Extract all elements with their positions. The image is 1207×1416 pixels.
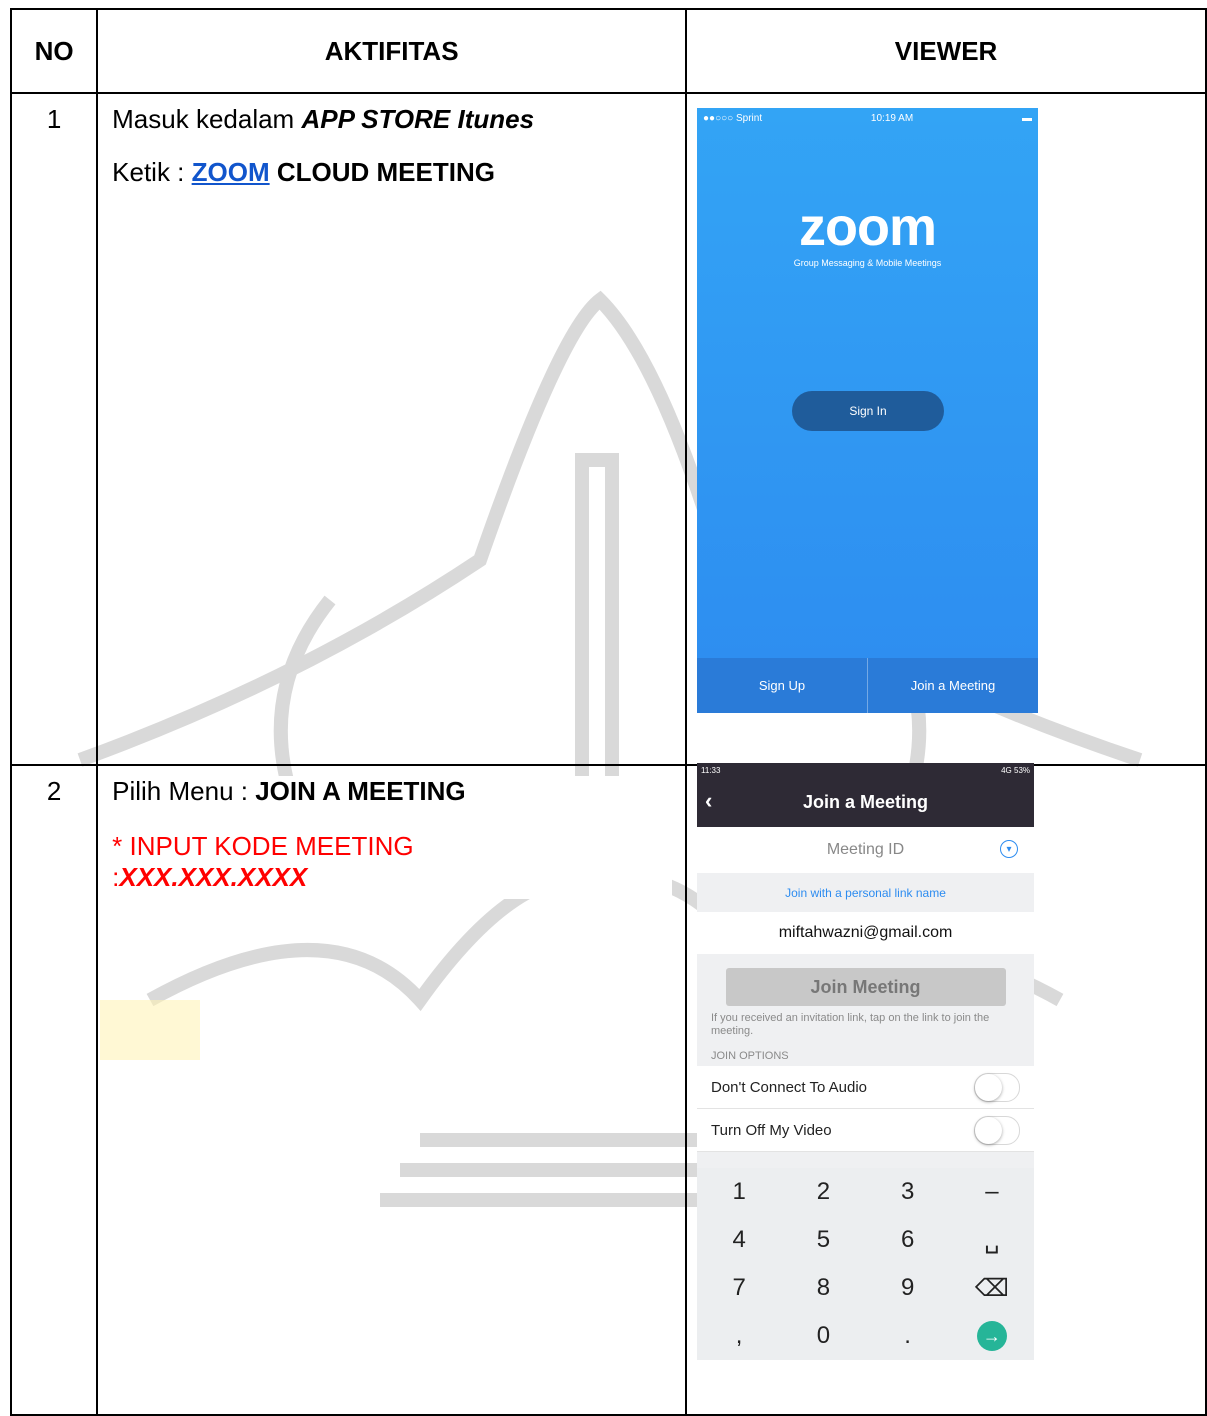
text: Pilih Menu :	[112, 776, 256, 806]
option-label: Don't Connect To Audio	[711, 1078, 868, 1096]
hint-text: If you received an invitation link, tap …	[711, 1012, 990, 1037]
page-title: Join a Meeting	[802, 792, 928, 812]
header-viewer: VIEWER	[685, 8, 1207, 94]
arrow-right-icon: →	[976, 1321, 1007, 1351]
row-number: 2	[9, 764, 99, 1416]
space-key[interactable]: ␣	[950, 1216, 1034, 1264]
sign-in-button[interactable]: Sign In	[792, 391, 944, 431]
status-icons: 4G 53%	[1001, 766, 1030, 775]
activity-cell: Masuk kedalam APP STORE Itunes Ketik : Z…	[96, 92, 688, 766]
carrier-text: ●●○○○ Sprint	[703, 112, 763, 124]
activity-line: Pilih Menu : JOIN A MEETING	[112, 776, 672, 807]
key[interactable]: 8	[781, 1264, 865, 1312]
text: JOIN A MEETING	[255, 776, 466, 806]
key[interactable]: 3	[866, 1168, 950, 1216]
text: Masuk kedalam	[112, 104, 302, 134]
key[interactable]: 4	[697, 1216, 781, 1264]
row-number: 1	[9, 92, 99, 766]
backspace-key[interactable]: ⌫	[950, 1264, 1034, 1312]
option-label: Turn Off My Video	[711, 1121, 832, 1139]
audio-toggle[interactable]	[974, 1072, 1020, 1102]
key[interactable]: –	[950, 1168, 1034, 1216]
status-bar: ●●○○○ Sprint 10:19 AM ▬	[697, 108, 1038, 128]
header-no: NO	[9, 8, 99, 94]
key[interactable]: 7	[697, 1264, 781, 1312]
tagline: Group Messaging & Mobile Meetings	[793, 258, 942, 268]
activity-line: Ketik : ZOOM CLOUD MEETING	[112, 157, 685, 188]
meeting-id-placeholder: Meeting ID	[826, 841, 905, 858]
audio-option: Don't Connect To Audio	[697, 1066, 1034, 1109]
back-icon[interactable]: ‹	[705, 788, 712, 814]
zoom-logo: zoom	[799, 197, 937, 257]
key[interactable]: 1	[697, 1168, 781, 1216]
enter-key[interactable]: →	[950, 1312, 1034, 1360]
bottom-bar: Sign Up Join a Meeting	[697, 658, 1038, 713]
text: CLOUD MEETING	[269, 157, 495, 187]
zoom-link[interactable]: ZOOM	[192, 157, 270, 187]
nav-bar: ‹ Join a Meeting	[697, 778, 1034, 827]
key[interactable]: 5	[781, 1216, 865, 1264]
meeting-code: XXX.XXX.XXXX	[119, 862, 308, 892]
time-text: 11:33	[701, 766, 721, 775]
sign-up-button[interactable]: Sign Up	[697, 658, 867, 713]
numeric-keypad: 1 2 3 – 4 5 6 ␣ 7 8 9 ⌫ , 0 . →	[697, 1168, 1034, 1360]
join-meeting-button[interactable]: Join Meeting	[725, 968, 1006, 1006]
meeting-id-input[interactable]: Meeting ID ▾	[697, 827, 1034, 873]
header-aktifitas: AKTIFITAS	[96, 8, 688, 94]
join-meeting-button[interactable]: Join a Meeting	[867, 658, 1038, 713]
activity-line: Masuk kedalam APP STORE Itunes	[112, 104, 685, 135]
time-text: 10:19 AM	[870, 112, 914, 124]
key[interactable]: 0	[781, 1312, 865, 1360]
text: * INPUT KODE MEETING	[112, 831, 414, 861]
text: Ketik :	[112, 157, 192, 187]
chevron-down-icon[interactable]: ▾	[1000, 840, 1018, 858]
zoom-welcome-screenshot: ●●○○○ Sprint 10:19 AM ▬ zoom Group Messa…	[697, 108, 1038, 713]
activity-cell: Pilih Menu : JOIN A MEETING * INPUT KODE…	[96, 764, 688, 1416]
join-meeting-screenshot: 11:33 4G 53% ‹ Join a Meeting Meeting ID…	[697, 763, 1034, 1360]
activity-line: * INPUT KODE MEETING :XXX.XXX.XXXX	[112, 831, 672, 893]
video-toggle[interactable]	[974, 1115, 1020, 1145]
key[interactable]: 2	[781, 1168, 865, 1216]
options-header: JOIN OPTIONS	[711, 1050, 789, 1062]
table-header-row: NO AKTIFITAS VIEWER	[9, 8, 1207, 94]
key[interactable]: 9	[866, 1264, 950, 1312]
activity-block: Pilih Menu : JOIN A MEETING * INPUT KODE…	[112, 776, 673, 899]
status-bar: 11:33 4G 53%	[697, 763, 1034, 778]
personal-link[interactable]: Join with a personal link name	[697, 873, 1034, 912]
app-store-text: APP STORE Itunes	[301, 104, 535, 134]
key[interactable]: .	[866, 1312, 950, 1360]
battery-icon: ▬	[1022, 112, 1032, 124]
key[interactable]: 6	[866, 1216, 950, 1264]
name-field[interactable]: miftahwazni@gmail.com	[697, 912, 1034, 954]
video-option: Turn Off My Video	[697, 1109, 1034, 1152]
key[interactable]: ,	[697, 1312, 781, 1360]
